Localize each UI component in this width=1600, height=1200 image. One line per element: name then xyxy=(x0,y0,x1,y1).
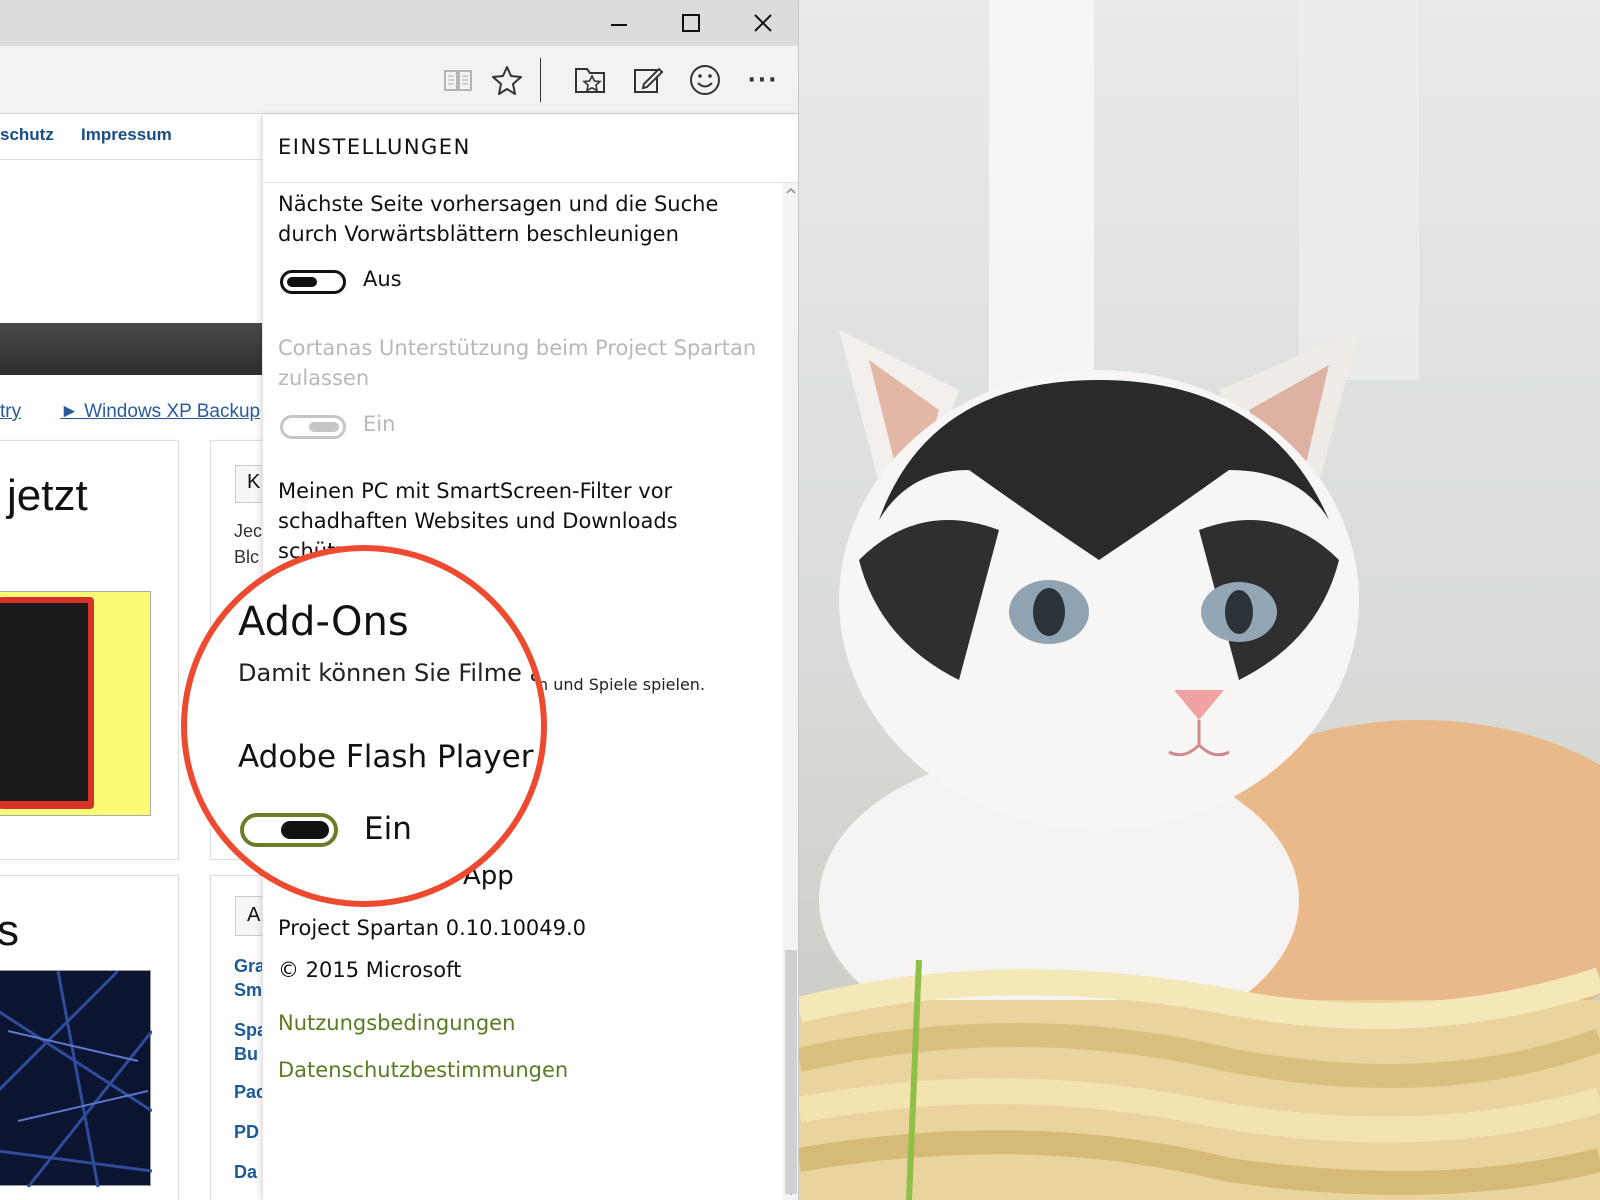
close-button[interactable] xyxy=(728,0,798,46)
settings-header: EINSTELLUNGEN xyxy=(263,115,798,183)
web-note-button[interactable] xyxy=(626,58,670,102)
nav-link[interactable]: schutz xyxy=(0,125,54,145)
maximize-button[interactable] xyxy=(656,0,726,46)
minimize-icon xyxy=(611,24,627,26)
browser-toolbar: ··· xyxy=(0,46,798,114)
sidebar-card: A Gra Sm Spa Bu Pac PD Da xyxy=(210,875,262,1200)
sidebar-link[interactable]: PD xyxy=(234,1120,259,1144)
zoom-callout: Add-Ons Damit können Sie Filme a Adobe F… xyxy=(181,545,547,907)
favorite-star-icon xyxy=(492,66,522,95)
flash-player-label: Adobe Flash Player xyxy=(238,739,534,775)
article-headline: jetzt xyxy=(7,471,88,520)
version-text: Project Spartan 0.10.10049.0 xyxy=(278,916,587,940)
sidebar-box-letter: K xyxy=(247,471,261,493)
addons-heading: Add-Ons xyxy=(238,599,409,645)
maximize-icon xyxy=(682,14,700,32)
article-headline: s xyxy=(0,906,19,956)
sidebar-text: Jec xyxy=(234,521,262,541)
sidebar-link[interactable]: Sm xyxy=(234,978,262,1002)
hub-button[interactable] xyxy=(568,58,612,102)
privacy-statement-link[interactable]: Datenschutzbestimmungen xyxy=(278,1058,568,1082)
minimize-button[interactable] xyxy=(584,0,654,46)
feedback-smiley-icon xyxy=(690,65,720,95)
add-favorite-button[interactable] xyxy=(485,58,529,102)
kitten-photo xyxy=(799,330,1600,1200)
cortana-state: Ein xyxy=(363,412,396,436)
reading-view-button[interactable] xyxy=(436,58,480,102)
cortana-setting-label: Cortanas Unterstützung beim Project Spar… xyxy=(278,336,757,390)
addons-description-tail: n und Spiele spielen. xyxy=(538,675,706,694)
sidebar-link[interactable]: Pac xyxy=(234,1080,262,1104)
web-note-icon xyxy=(634,67,664,93)
settings-title: EINSTELLUNGEN xyxy=(278,135,471,159)
sidebar-text: Blc xyxy=(234,547,260,567)
article-image xyxy=(0,591,151,816)
cortana-toggle[interactable] xyxy=(280,415,346,439)
sidebar-box-letter: A xyxy=(247,904,261,926)
article-card: s xyxy=(0,875,179,1200)
feedback-button[interactable] xyxy=(683,58,727,102)
scroll-up-icon xyxy=(786,187,796,194)
nav-link-impressum[interactable]: Impressum xyxy=(81,125,172,145)
close-icon xyxy=(754,14,772,32)
flash-player-state: Ein xyxy=(364,811,412,847)
more-icon: ··· xyxy=(747,67,779,93)
article-image xyxy=(0,969,154,1188)
sidebar-link[interactable]: Da xyxy=(234,1160,257,1184)
terms-of-use-link[interactable]: Nutzungsbedingungen xyxy=(278,1011,515,1035)
predict-page-setting-label: Nächste Seite vorhersagen und die Suche … xyxy=(278,192,719,246)
reading-view-icon xyxy=(444,70,472,91)
flash-player-toggle[interactable] xyxy=(240,813,338,847)
breadcrumb-link-xp-backup[interactable]: ► Windows XP Backup xyxy=(60,401,260,423)
addons-description: Damit können Sie Filme a xyxy=(238,659,545,687)
sidebar-link[interactable]: Bu xyxy=(234,1042,258,1066)
copyright-text: © 2015 Microsoft xyxy=(278,958,462,982)
predict-page-toggle[interactable] xyxy=(280,270,346,294)
hub-icon xyxy=(575,68,605,93)
dark-banner xyxy=(0,323,262,375)
sidebar-link[interactable]: Spa xyxy=(234,1018,262,1042)
scrollbar-thumb[interactable] xyxy=(785,950,797,1194)
article-card: jetzt xyxy=(0,440,179,860)
browser-window: ··· schutz Impressum try ► Windows XP Ba… xyxy=(0,0,799,1200)
desktop-wallpaper xyxy=(799,0,1600,1200)
predict-page-state: Aus xyxy=(363,267,402,291)
title-bar xyxy=(0,0,798,46)
breadcrumb-link[interactable]: try xyxy=(0,401,21,423)
toolbar-separator xyxy=(540,58,541,102)
divider xyxy=(0,159,262,160)
more-button[interactable]: ··· xyxy=(741,58,785,102)
sidebar-link[interactable]: Gra xyxy=(234,954,262,978)
